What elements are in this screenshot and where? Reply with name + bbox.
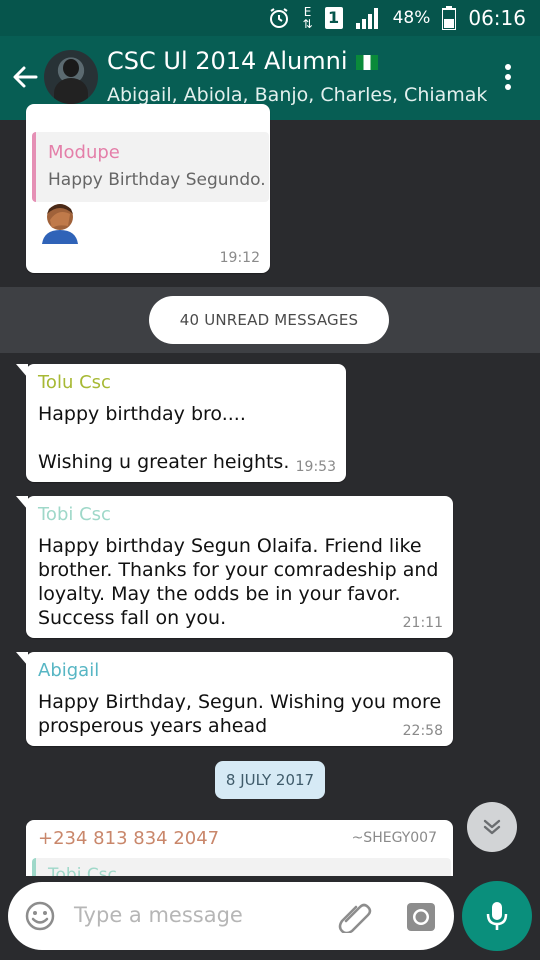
quoted-message[interactable]: Tobi Csc [32,858,451,876]
facepalm-emoji-icon [42,204,78,244]
battery-percent: 48% [392,8,431,28]
unread-divider: 40 UNREAD MESSAGES [0,287,540,353]
quoted-message[interactable]: Modupe Happy Birthday Segundo. [32,132,269,202]
message-bubble[interactable]: Abigail Happy Birthday, Segun. Wishing y… [16,652,453,746]
sender-alias: ~SHEGY007 [351,830,437,846]
message-line: Happy birthday Segun Olaifa. Friend like [38,535,422,557]
group-title[interactable]: CSC Ul 2014 Alumni [107,47,378,75]
message-text: Happy birthday Segun Olaifa. Friend like… [38,534,438,630]
message-text: Happy birthday bro.... [38,403,246,425]
quoted-sender: Modupe [48,142,120,163]
group-participants[interactable]: Abigail, Abiola, Banjo, Charles, Chiamak… [107,84,487,106]
quoted-text: Happy Birthday Segundo. [48,170,266,190]
message-line: brother. Thanks for your comradeship and [38,559,439,581]
message-input-placeholder: Type a message [74,903,243,927]
nigeria-flag-icon [355,54,378,70]
message-time: 22:58 [402,723,443,739]
clock: 06:16 [468,6,526,30]
message-line: Happy Birthday, Segun. Wishing you more [38,691,442,713]
back-arrow-icon[interactable] [10,62,40,92]
message-bubble[interactable]: Tolu Csc Happy birthday bro.... Wishing … [16,364,346,482]
group-title-text: CSC Ul 2014 Alumni [107,47,348,75]
message-bubble[interactable]: Modupe Happy Birthday Segundo. 19:12 [26,104,270,273]
message-time: 21:11 [402,615,443,631]
scroll-to-bottom-button[interactable] [467,802,517,852]
voice-record-button[interactable] [462,881,532,951]
camera-icon[interactable] [406,902,436,932]
date-divider: 8 JULY 2017 [215,761,325,799]
composer-bar: Type a message [0,876,540,960]
message-text: Happy Birthday, Segun. Wishing you more … [38,690,441,738]
attachment-icon[interactable] [338,901,372,933]
quoted-sender: Tobi Csc [48,865,117,876]
alarm-icon [269,8,288,28]
message-bubble[interactable]: Tobi Csc Happy birthday Segun Olaifa. Fr… [16,496,453,638]
message-sender: Tobi Csc [38,504,111,525]
message-sender: +234 813 834 2047 [38,828,220,849]
message-sender: Abigail [38,660,100,681]
status-bar: E ⇅ 1 48% 06:16 [0,0,540,36]
double-chevron-down-icon [483,819,501,835]
network-type-icon: E ⇅ [302,5,313,31]
message-text: Wishing u greater heights. [38,451,290,473]
battery-icon [442,6,457,30]
emoji-icon[interactable] [24,900,56,932]
message-sender: Tolu Csc [38,372,111,393]
sim-icon: 1 [324,7,343,29]
message-time: 19:53 [295,459,336,475]
message-bubble[interactable]: +234 813 834 2047 ~SHEGY007 Tobi Csc [26,820,453,876]
microphone-icon [486,902,508,930]
message-input[interactable]: Type a message [8,882,454,950]
message-line: prosperous years ahead [38,715,268,737]
group-avatar[interactable] [44,50,98,104]
message-line: Success fall on you. [38,607,227,629]
unread-count-label: 40 UNREAD MESSAGES [149,296,389,344]
more-options-icon[interactable] [504,64,512,94]
message-line: loyalty. May the odds be in your favor. [38,583,401,605]
message-time: 19:12 [219,250,260,266]
signal-icon [355,8,378,29]
